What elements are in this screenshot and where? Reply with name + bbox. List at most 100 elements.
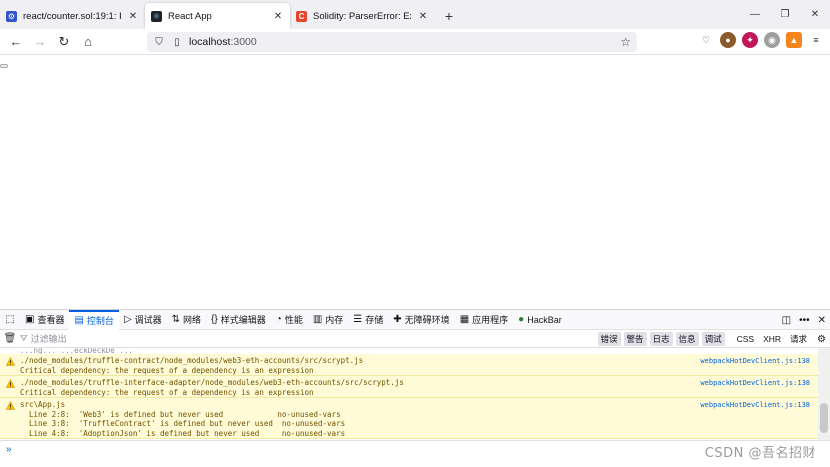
devtools-tabs: ⬚ ▣ 查看器 ▤ 控制台 ▷ 调试器 ⇅ 网络 {} 样式编辑器 ◔ 性能 ▥ 内存 ☰ 存储… bbox=[0, 309, 830, 330]
bookmark-star-icon[interactable]: ☆ bbox=[620, 35, 631, 49]
home-icon[interactable]: ⌂ bbox=[76, 30, 100, 54]
level-info[interactable]: 信息 bbox=[675, 332, 699, 346]
settings-gear-icon[interactable]: ⚙ bbox=[817, 334, 826, 345]
devtools-panel: ⬚ ▣ 查看器 ▤ 控制台 ▷ 调试器 ⇅ 网络 {} 样式编辑器 ◔ 性能 ▥ 内存 ☰ 存储… bbox=[0, 309, 830, 467]
log-level-filters: 错误 警告 日志 信息 调试 CSS XHR 请求 ⚙ bbox=[597, 332, 826, 346]
page-info-icon[interactable]: ▯ bbox=[171, 37, 183, 48]
prompt-chevron-icon: » bbox=[6, 444, 12, 455]
extension-gray-icon[interactable]: ◉ bbox=[764, 32, 780, 48]
level-css[interactable]: CSS bbox=[734, 333, 757, 345]
tab-application[interactable]: ▦ 应用程序 bbox=[455, 310, 513, 330]
address-bar[interactable]: ⛉ ▯ localhost:3000 ☆ bbox=[147, 32, 637, 52]
tab-accessibility[interactable]: ✚ 无障碍环境 bbox=[388, 310, 454, 330]
tab-storage[interactable]: ☰ 存储 bbox=[348, 310, 388, 330]
url-text: localhost:3000 bbox=[189, 36, 257, 48]
tab-strip: ⚙ react/counter.sol:19:1: Parser ✕ ⚛ Rea… bbox=[0, 0, 830, 29]
braces-icon: {} bbox=[211, 314, 218, 325]
minimize-icon[interactable]: — bbox=[740, 0, 770, 29]
filter-output[interactable]: ⛛ 过滤输出 bbox=[20, 332, 67, 345]
metamask-icon[interactable]: ▲ bbox=[786, 32, 802, 48]
level-requests[interactable]: 请求 bbox=[787, 332, 810, 346]
tab-title: react/counter.sol:19:1: Parser bbox=[23, 10, 121, 22]
nav-bar: ← → ↻ ⌂ ⛉ ▯ localhost:3000 ☆ ♡ ● ✦ ◉ ▲ ≡ bbox=[0, 29, 830, 55]
extension-red-icon[interactable]: ✦ bbox=[742, 32, 758, 48]
console-toolbar: 🗑 ⛛ 过滤输出 错误 警告 日志 信息 调试 CSS XHR 请求 ⚙ bbox=[0, 330, 830, 348]
forward-icon[interactable]: → bbox=[28, 30, 52, 54]
level-errors[interactable]: 错误 bbox=[597, 332, 621, 346]
scrollbar-thumb[interactable] bbox=[820, 403, 828, 433]
console-warning: ./node_modules/truffle-interface-adapter… bbox=[0, 376, 818, 398]
message-line: ./node_modules/truffle-interface-adapter… bbox=[20, 378, 404, 387]
extension-cookie-icon[interactable]: ● bbox=[720, 32, 736, 48]
gauge-icon: ◔ bbox=[275, 314, 282, 325]
gear-icon: ⚙ bbox=[6, 10, 17, 22]
console-warning: ./node_modules/truffle-contract/node_mod… bbox=[0, 354, 818, 376]
message-line: Line 2:8: 'Web3' is defined but never us… bbox=[20, 409, 341, 419]
browser-tab-3[interactable]: C Solidity: ParserError: Expected ✕ bbox=[290, 3, 435, 29]
restore-icon[interactable]: ❐ bbox=[770, 0, 800, 29]
filter-icon: ⛛ bbox=[20, 333, 28, 343]
tab-title: Solidity: ParserError: Expected bbox=[313, 10, 411, 22]
inspector-icon: ▣ bbox=[25, 314, 35, 325]
message-line: Line 4:8: 'AdoptionJson' is defined but … bbox=[20, 428, 346, 438]
warning-icon bbox=[6, 379, 15, 388]
dock-icon[interactable]: ◫ bbox=[782, 315, 791, 326]
level-logs[interactable]: 日志 bbox=[649, 332, 673, 346]
console-output: ...ng... ...eckDeckDe ... ./node_modules… bbox=[0, 348, 818, 440]
reload-icon[interactable]: ↻ bbox=[52, 30, 76, 54]
pocket-icon[interactable]: ♡ bbox=[698, 32, 714, 48]
hackbar-icon: ● bbox=[518, 314, 525, 325]
message-line: src\App.js bbox=[20, 400, 66, 409]
grid-icon: ▦ bbox=[459, 314, 470, 325]
console-scrollbar[interactable] bbox=[818, 348, 830, 440]
close-icon[interactable]: ✕ bbox=[127, 11, 139, 22]
react-icon: ⚛ bbox=[151, 10, 162, 22]
watermark: CSDN @吾名招财 bbox=[704, 446, 816, 461]
browser-tab-1[interactable]: ⚙ react/counter.sol:19:1: Parser ✕ bbox=[0, 3, 145, 29]
message-line: ./node_modules/truffle-contract/node_mod… bbox=[20, 356, 364, 365]
message-line: Critical dependency: the request of a de… bbox=[20, 387, 314, 397]
trash-icon[interactable]: 🗑 bbox=[0, 333, 20, 344]
close-icon[interactable]: ✕ bbox=[272, 11, 284, 22]
shield-icon[interactable]: ⛉ bbox=[153, 37, 165, 48]
browser-tab-2[interactable]: ⚛ React App ✕ bbox=[145, 3, 290, 29]
tab-hackbar[interactable]: ● HackBar bbox=[513, 310, 567, 330]
network-icon: ⇅ bbox=[171, 314, 181, 325]
page-content bbox=[0, 56, 830, 309]
database-icon: ☰ bbox=[353, 314, 363, 325]
accessibility-icon: ✚ bbox=[393, 314, 402, 325]
level-warnings[interactable]: 警告 bbox=[623, 332, 647, 346]
tab-network[interactable]: ⇅ 网络 bbox=[167, 310, 206, 330]
back-icon[interactable]: ← bbox=[4, 30, 28, 54]
empty-button[interactable] bbox=[0, 64, 8, 68]
warning-icon bbox=[6, 401, 15, 410]
tab-memory[interactable]: ▥ 内存 bbox=[308, 310, 348, 330]
warning-icon bbox=[6, 357, 15, 366]
element-picker-icon[interactable]: ⬚ bbox=[0, 314, 20, 325]
source-link[interactable]: webpackHotDevClient.js:138 bbox=[700, 401, 810, 411]
more-options-icon[interactable]: ••• bbox=[799, 315, 810, 326]
tab-debugger[interactable]: ▷ 调试器 bbox=[119, 310, 167, 330]
tab-title: React App bbox=[168, 10, 212, 22]
new-tab-button[interactable]: + bbox=[439, 3, 459, 29]
chip-icon: ▥ bbox=[312, 314, 323, 325]
source-link[interactable]: webpackHotDevClient.js:138 bbox=[700, 357, 810, 367]
close-icon[interactable]: ✕ bbox=[417, 11, 429, 22]
close-window-icon[interactable]: ✕ bbox=[800, 0, 830, 29]
toolbar-extensions: ♡ ● ✦ ◉ ▲ ≡ bbox=[698, 32, 824, 48]
tab-inspector[interactable]: ▣ 查看器 bbox=[20, 310, 69, 330]
console-icon: ▤ bbox=[74, 315, 84, 326]
source-link[interactable]: webpackHotDevClient.js:138 bbox=[700, 379, 810, 389]
close-devtools-icon[interactable]: ✕ bbox=[818, 315, 826, 326]
message-line: Critical dependency: the request of a de… bbox=[20, 365, 314, 375]
menu-icon[interactable]: ≡ bbox=[808, 32, 824, 48]
c-icon: C bbox=[296, 10, 307, 22]
message-line: Line 3:8: 'TruffleContract' is defined b… bbox=[20, 419, 346, 428]
tab-console[interactable]: ▤ 控制台 bbox=[69, 309, 119, 330]
level-xhr[interactable]: XHR bbox=[760, 333, 784, 345]
tab-style-editor[interactable]: {} 样式编辑器 bbox=[206, 310, 271, 330]
level-debug[interactable]: 调试 bbox=[701, 332, 725, 346]
devtools-controls: ◫ ••• ✕ bbox=[782, 310, 826, 330]
debugger-icon: ▷ bbox=[123, 314, 132, 325]
tab-performance[interactable]: ◔ 性能 bbox=[271, 310, 308, 330]
